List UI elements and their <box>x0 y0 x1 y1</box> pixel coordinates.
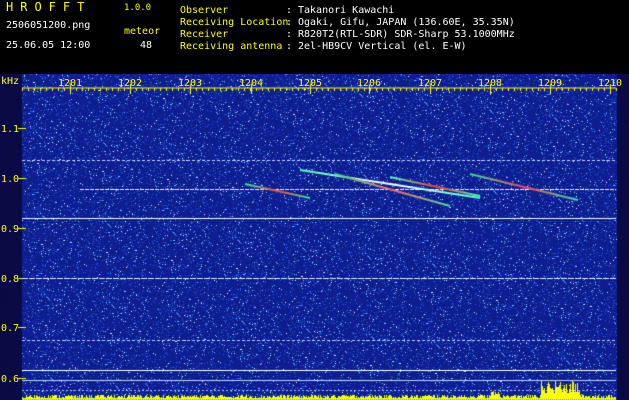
x-tick-label: 1206 <box>356 78 382 89</box>
unit-label: kHz <box>1 76 20 87</box>
antenna-value: 2el-HB9CV Vertical (el. E-W) <box>298 41 467 52</box>
meteor-count: 48 <box>140 40 153 51</box>
app-version: 1.0.0 <box>124 3 152 13</box>
header-panel: HROFFT 1.0.0 2506051200.png 25.06.05 12:… <box>0 0 629 74</box>
app-title: HROFFT <box>6 0 92 14</box>
y-tick-label: 1.0 <box>1 174 20 185</box>
x-tick-label: 1208 <box>477 78 503 89</box>
x-tick-label: 1205 <box>297 78 323 89</box>
location-value: Ogaki, Gifu, JAPAN (136.60E, 35.35N) <box>298 17 515 28</box>
datetime: 25.06.05 12:00 <box>6 40 91 51</box>
receiver-label: Receiver <box>180 29 229 40</box>
observer-colon: : <box>286 5 293 16</box>
x-tick-label: 1209 <box>537 78 563 89</box>
antenna-colon: : <box>286 41 293 52</box>
x-tick-label: 1203 <box>177 78 203 89</box>
y-tick-label: 0.7 <box>1 323 20 334</box>
meteor-label: meteor <box>124 26 161 37</box>
y-tick-label: 0.8 <box>1 274 20 285</box>
y-tick-label: 1.1 <box>1 124 20 135</box>
x-tick-label: 1210 <box>597 78 623 89</box>
location-label: Receiving Location <box>180 17 289 28</box>
antenna-label: Receiving antenna <box>180 41 283 52</box>
file-name: 2506051200.png <box>6 20 91 31</box>
y-tick-label: 0.6 <box>1 374 20 385</box>
receiver-colon: : <box>286 29 293 40</box>
receiver-value: R820T2(RTL-SDR) SDR-Sharp 53.1000MHz <box>298 29 515 40</box>
x-tick-label: 1201 <box>57 78 83 89</box>
observer-value: Takanori Kawachi <box>298 5 395 16</box>
observer-label: Observer <box>180 5 229 16</box>
spectrogram-canvas[interactable] <box>0 74 629 400</box>
x-tick-label: 1207 <box>417 78 443 89</box>
location-colon: : <box>286 17 293 28</box>
x-tick-label: 1204 <box>238 78 264 89</box>
x-tick-label: 1202 <box>117 78 143 89</box>
y-tick-label: 0.9 <box>1 224 20 235</box>
